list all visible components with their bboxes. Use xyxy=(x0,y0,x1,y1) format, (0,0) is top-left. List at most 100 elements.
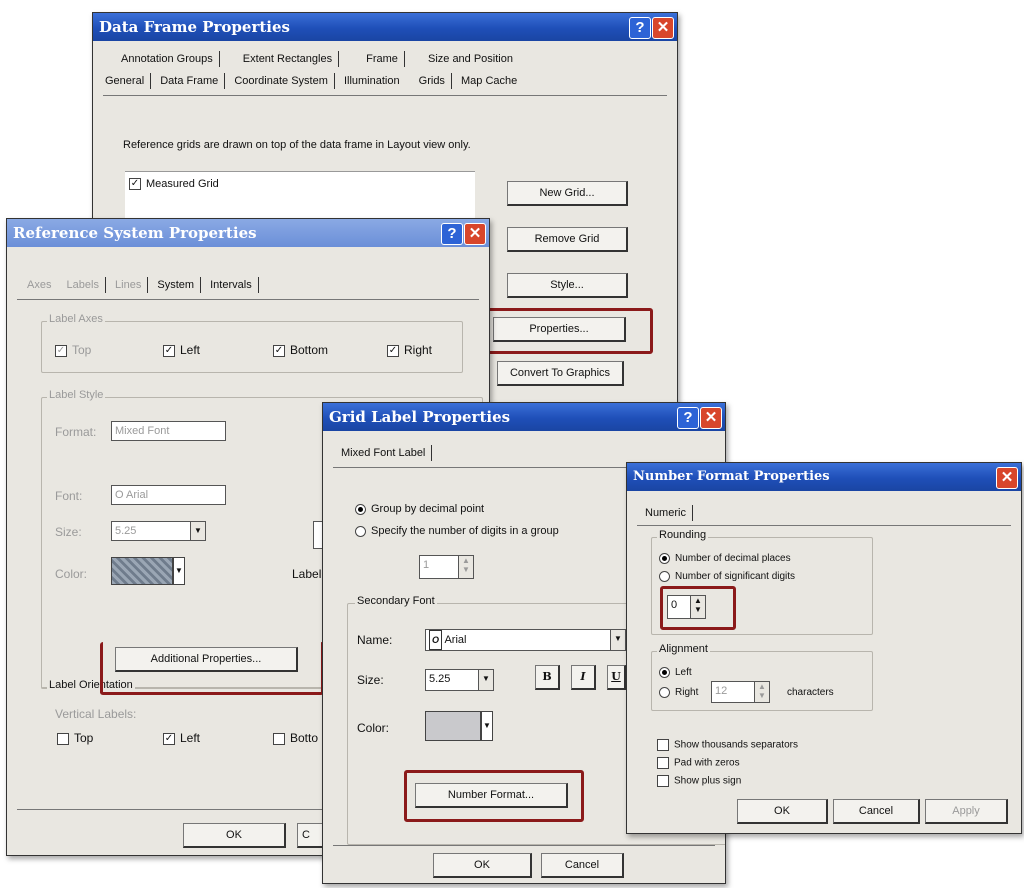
left-axis-checkbox[interactable]: ✓ Left xyxy=(163,343,200,357)
tab-illumination[interactable]: Illumination xyxy=(344,75,400,87)
name-label: Name: xyxy=(357,633,393,647)
label-cut-text: Label xyxy=(292,567,322,581)
grid-list-item[interactable]: ✓ Measured Grid xyxy=(129,178,219,191)
characters-stepper[interactable]: 12 ▲ ▼ xyxy=(711,681,770,703)
specify-digits-radio[interactable]: Specify the number of digits in a group xyxy=(355,525,559,537)
checkbox-checked-icon: ✓ xyxy=(163,732,175,745)
bold-button[interactable]: B xyxy=(535,665,560,690)
tab-lines[interactable]: Lines xyxy=(115,279,141,291)
vertical-top-checkbox[interactable]: Top xyxy=(57,731,93,745)
spinner-icon[interactable]: ▲ ▼ xyxy=(458,556,473,578)
font-field[interactable]: O Arial xyxy=(111,485,226,505)
tab-extent-rectangles[interactable]: Extent Rectangles xyxy=(243,53,332,65)
tab-general[interactable]: General xyxy=(105,75,144,87)
radio-unselected-icon xyxy=(659,571,670,582)
checkbox-checked-icon: ✓ xyxy=(163,344,175,357)
help-icon[interactable]: ? xyxy=(441,223,463,245)
thousands-separator-checkbox[interactable]: Show thousands separators xyxy=(657,739,798,751)
secondary-font-title: Secondary Font xyxy=(355,595,437,607)
decimal-places-radio[interactable]: Number of decimal places xyxy=(659,553,791,564)
plus-sign-checkbox[interactable]: Show plus sign xyxy=(657,775,741,787)
significant-digits-label: Number of significant digits xyxy=(675,571,796,583)
ok-button[interactable]: OK xyxy=(183,823,286,848)
color-swatch[interactable] xyxy=(111,557,173,585)
number-format-highlight xyxy=(404,770,584,822)
color-dropdown-arrow[interactable]: ▼ xyxy=(173,557,185,585)
right-axis-checkbox[interactable]: ✓ Right xyxy=(387,343,432,357)
data-frame-title-bar[interactable]: Data Frame Properties ? ✕ xyxy=(93,13,677,41)
font-size-dropdown[interactable]: 5.25 ▼ xyxy=(425,669,494,691)
characters-value: 12 xyxy=(715,685,728,697)
tab-data-frame[interactable]: Data Frame xyxy=(160,75,218,87)
checkbox-checked-icon[interactable]: ✓ xyxy=(129,178,141,191)
align-left-radio[interactable]: Left xyxy=(659,667,692,678)
tab-mixed-font-label[interactable]: Mixed Font Label xyxy=(341,447,425,459)
left-axis-label: Left xyxy=(180,343,201,357)
tab-frame[interactable]: Frame xyxy=(366,53,398,65)
align-right-radio[interactable]: Right xyxy=(659,687,698,698)
spinner-icon[interactable]: ▲ ▼ xyxy=(754,682,769,702)
close-icon[interactable]: ✕ xyxy=(464,223,486,245)
apply-button[interactable]: Apply xyxy=(925,799,1008,824)
tab-system[interactable]: System xyxy=(157,279,194,291)
tab-divider xyxy=(17,299,479,300)
tab-grids[interactable]: Grids xyxy=(419,75,445,87)
ok-button[interactable]: OK xyxy=(433,853,532,878)
checkbox-unchecked-icon xyxy=(57,732,69,745)
digits-group-stepper[interactable]: 1 ▲ ▼ xyxy=(419,555,474,579)
pad-zeros-label: Pad with zeros xyxy=(674,757,740,769)
number-format-title-bar[interactable]: Number Format Properties ✕ xyxy=(627,463,1021,491)
new-grid-button[interactable]: New Grid... xyxy=(507,181,628,206)
vertical-left-label: Left xyxy=(180,731,201,745)
chevron-down-icon[interactable]: ▼ xyxy=(478,670,493,690)
tab-labels[interactable]: Labels xyxy=(67,279,99,291)
tab-map-cache[interactable]: Map Cache xyxy=(461,75,517,87)
align-left-label: Left xyxy=(675,667,692,679)
checkbox-checked-icon: ✓ xyxy=(55,344,67,357)
vertical-left-checkbox[interactable]: ✓ Left xyxy=(163,731,200,745)
cancel-button[interactable]: Cancel xyxy=(833,799,920,824)
alignment-title: Alignment xyxy=(657,643,710,655)
tab-numeric[interactable]: Numeric xyxy=(645,507,686,519)
tab-axes[interactable]: Axes xyxy=(27,279,51,291)
tab-divider xyxy=(637,525,1011,526)
help-icon[interactable]: ? xyxy=(677,407,699,429)
cancel-button[interactable]: Cancel xyxy=(541,853,624,878)
vertical-bottom-checkbox[interactable]: Botto xyxy=(273,731,318,745)
tab-annotation-groups[interactable]: Annotation Groups xyxy=(121,53,213,65)
tab-intervals[interactable]: Intervals xyxy=(210,279,252,291)
rounding-stepper-highlight xyxy=(660,586,736,630)
font-name-dropdown[interactable]: O Arial ▼ xyxy=(425,629,626,651)
italic-button[interactable]: I xyxy=(571,665,596,690)
significant-digits-radio[interactable]: Number of significant digits xyxy=(659,571,795,582)
convert-to-graphics-button[interactable]: Convert To Graphics xyxy=(497,361,624,386)
thousands-separator-label: Show thousands separators xyxy=(674,739,798,751)
format-field[interactable]: Mixed Font xyxy=(111,421,226,441)
bottom-axis-checkbox[interactable]: ✓ Bottom xyxy=(273,343,328,357)
size-dropdown[interactable]: 5.25 ▼ xyxy=(111,521,206,541)
help-icon[interactable]: ? xyxy=(629,17,651,39)
style-button[interactable]: Style... xyxy=(507,273,628,298)
close-icon[interactable]: ✕ xyxy=(996,467,1018,489)
underline-button[interactable]: U xyxy=(607,665,626,690)
grid-list[interactable]: ✓ Measured Grid xyxy=(125,171,475,222)
remove-grid-button[interactable]: Remove Grid xyxy=(507,227,628,252)
color-swatch[interactable] xyxy=(425,711,481,741)
ok-button[interactable]: OK xyxy=(737,799,828,824)
close-icon[interactable]: ✕ xyxy=(652,17,674,39)
radio-selected-icon xyxy=(659,667,670,678)
color-dropdown-arrow[interactable]: ▼ xyxy=(481,711,493,741)
checkbox-checked-icon: ✓ xyxy=(273,344,285,357)
radio-unselected-icon xyxy=(355,525,366,537)
close-icon[interactable]: ✕ xyxy=(700,407,722,429)
grid-label-title-bar[interactable]: Grid Label Properties ? ✕ xyxy=(323,403,725,431)
pad-zeros-checkbox[interactable]: Pad with zeros xyxy=(657,757,740,769)
tab-size-and-position[interactable]: Size and Position xyxy=(428,53,513,65)
rounding-title: Rounding xyxy=(657,529,709,541)
group-by-decimal-radio[interactable]: Group by decimal point xyxy=(355,503,484,515)
top-axis-checkbox[interactable]: ✓ Top xyxy=(55,343,91,357)
chevron-down-icon[interactable]: ▼ xyxy=(190,522,205,540)
chevron-down-icon[interactable]: ▼ xyxy=(610,630,625,650)
tab-coordinate-system[interactable]: Coordinate System xyxy=(234,75,328,87)
reference-system-title-bar[interactable]: Reference System Properties ? ✕ xyxy=(7,219,489,247)
